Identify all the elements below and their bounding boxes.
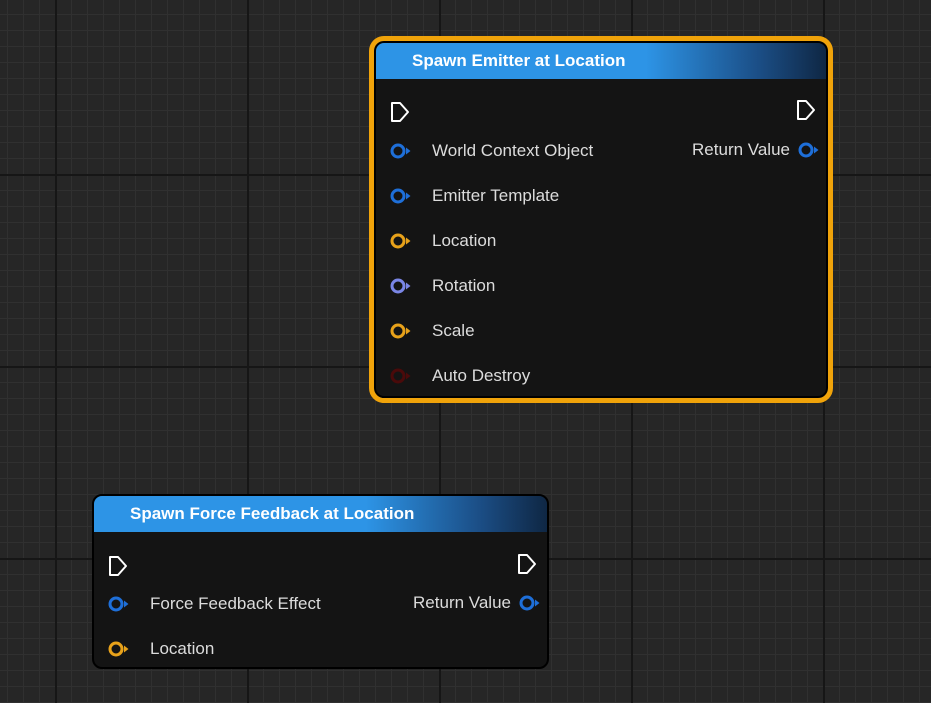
exec-in-icon[interactable]: [390, 101, 410, 123]
pin-label: Force Feedback Effect: [150, 594, 321, 613]
exec-in-icon[interactable]: [108, 555, 128, 577]
exec-out-icon[interactable]: [796, 99, 816, 121]
input-pin-row[interactable]: World Context Object: [390, 139, 593, 163]
pin-label: Rotation: [432, 276, 496, 295]
pin-label: Auto Destroy: [432, 366, 531, 385]
graph-canvas[interactable]: Spawn Emitter at Location World Context …: [0, 0, 931, 703]
exec-out-icon[interactable]: [517, 553, 537, 575]
node-title[interactable]: Spawn Emitter at Location: [376, 43, 826, 79]
return-value-label: Return Value: [413, 593, 511, 612]
object-pin-icon[interactable]: [798, 141, 820, 159]
node-spawn-force-feedback[interactable]: Spawn Force Feedback at Location Force F…: [92, 494, 549, 669]
input-pin-row[interactable]: Location: [108, 637, 214, 661]
object-pin-icon[interactable]: [108, 595, 130, 613]
bool-pin-icon[interactable]: [390, 367, 412, 385]
input-pin-row[interactable]: Force Feedback Effect: [108, 592, 321, 616]
return-value-label: Return Value: [692, 140, 790, 159]
input-pin-row[interactable]: Scale: [390, 319, 475, 343]
pin-label: Emitter Template: [432, 186, 560, 205]
output-pin-row[interactable]: Return Value: [692, 138, 820, 162]
vector-pin-icon[interactable]: [390, 322, 412, 340]
output-pin-row[interactable]: Return Value: [413, 591, 541, 615]
pin-label: Location: [432, 231, 497, 250]
input-pin-row[interactable]: Location: [390, 229, 496, 253]
object-pin-icon[interactable]: [390, 187, 412, 205]
node-title[interactable]: Spawn Force Feedback at Location: [94, 496, 547, 532]
pin-label: World Context Object: [432, 141, 594, 160]
pin-label: Location: [150, 639, 215, 658]
pin-label: Scale: [432, 321, 475, 340]
input-pin-row[interactable]: Auto Destroy: [390, 364, 530, 388]
input-pin-row[interactable]: Emitter Template: [390, 184, 559, 208]
object-pin-icon[interactable]: [390, 142, 412, 160]
vector-pin-icon[interactable]: [390, 232, 412, 250]
input-pin-row[interactable]: Rotation: [390, 274, 495, 298]
node-spawn-emitter[interactable]: Spawn Emitter at Location World Context …: [369, 36, 833, 403]
vector-pin-icon[interactable]: [108, 640, 130, 658]
rotator-pin-icon[interactable]: [390, 277, 412, 295]
object-pin-icon[interactable]: [519, 594, 541, 612]
